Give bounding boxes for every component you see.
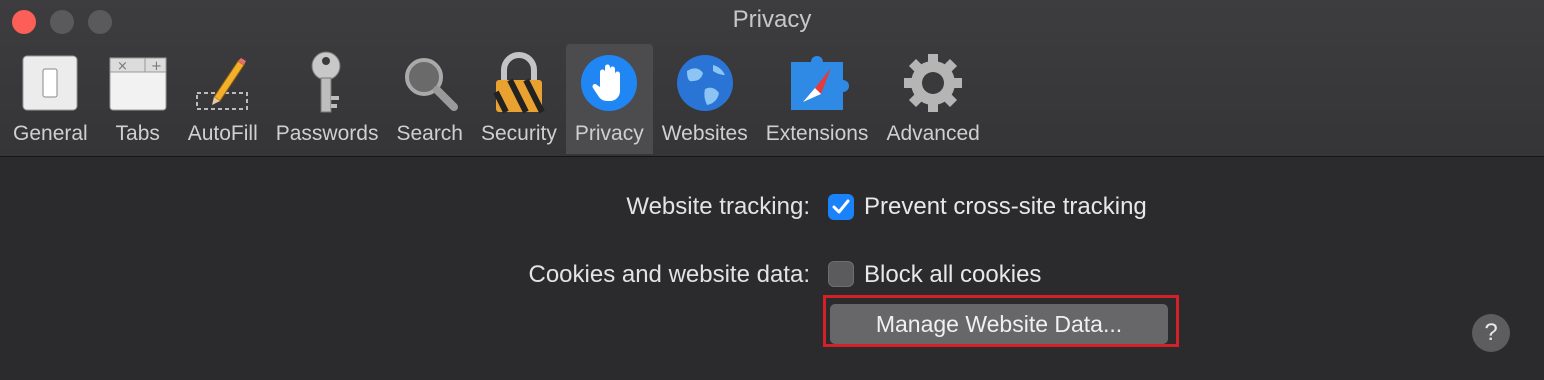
- tab-label: Passwords: [275, 122, 379, 145]
- svg-text:+: +: [151, 59, 162, 74]
- title-bar: Privacy General × + Tabs AutoFill Passwor…: [0, 0, 1544, 157]
- tab-search[interactable]: Search: [387, 44, 472, 154]
- block-cookies-label[interactable]: Block all cookies: [864, 261, 1041, 289]
- tab-label: AutoFill: [187, 122, 258, 145]
- tab-extensions[interactable]: Extensions: [757, 44, 878, 154]
- tab-general[interactable]: General: [4, 44, 97, 154]
- tab-label: Search: [396, 122, 463, 145]
- manage-website-data-button[interactable]: Manage Website Data...: [830, 304, 1168, 344]
- block-cookies-checkbox[interactable]: [828, 261, 854, 287]
- magnifier-icon: [398, 48, 462, 118]
- tab-tabs[interactable]: × + Tabs: [97, 44, 179, 154]
- lock-icon: [487, 48, 551, 118]
- help-button[interactable]: ?: [1472, 314, 1510, 352]
- tab-label: Tabs: [115, 122, 160, 145]
- tab-label: Security: [481, 122, 557, 145]
- tab-label: Advanced: [886, 122, 980, 145]
- tab-autofill[interactable]: AutoFill: [179, 44, 267, 154]
- tab-label: General: [13, 122, 88, 145]
- tab-label: Websites: [661, 122, 748, 145]
- pencil-icon: [191, 48, 255, 118]
- tab-advanced[interactable]: Advanced: [877, 44, 988, 154]
- tabs-icon: × +: [106, 48, 170, 118]
- tab-privacy[interactable]: Privacy: [565, 44, 653, 154]
- tab-security[interactable]: Security: [472, 44, 566, 154]
- globe-icon: [673, 48, 737, 118]
- website-tracking-label: Website tracking:: [626, 193, 810, 220]
- preferences-toolbar: General × + Tabs AutoFill Passwords Searc…: [4, 44, 989, 154]
- compass-puzzle-icon: [785, 48, 850, 118]
- gear-icon: [901, 48, 965, 118]
- tab-label: Privacy: [574, 122, 644, 145]
- prevent-tracking-checkbox[interactable]: [828, 194, 854, 220]
- hand-icon: [577, 48, 641, 118]
- cookies-label: Cookies and website data:: [528, 261, 810, 288]
- window-title: Privacy: [732, 6, 812, 33]
- tab-websites[interactable]: Websites: [653, 44, 757, 154]
- prevent-tracking-label[interactable]: Prevent cross-site tracking: [864, 193, 1147, 221]
- svg-text:×: ×: [117, 59, 128, 74]
- switch-icon: [18, 48, 82, 118]
- checkmark-icon: [832, 199, 850, 214]
- tab-label: Extensions: [765, 122, 869, 145]
- key-icon: [295, 48, 359, 118]
- tab-passwords[interactable]: Passwords: [267, 44, 388, 154]
